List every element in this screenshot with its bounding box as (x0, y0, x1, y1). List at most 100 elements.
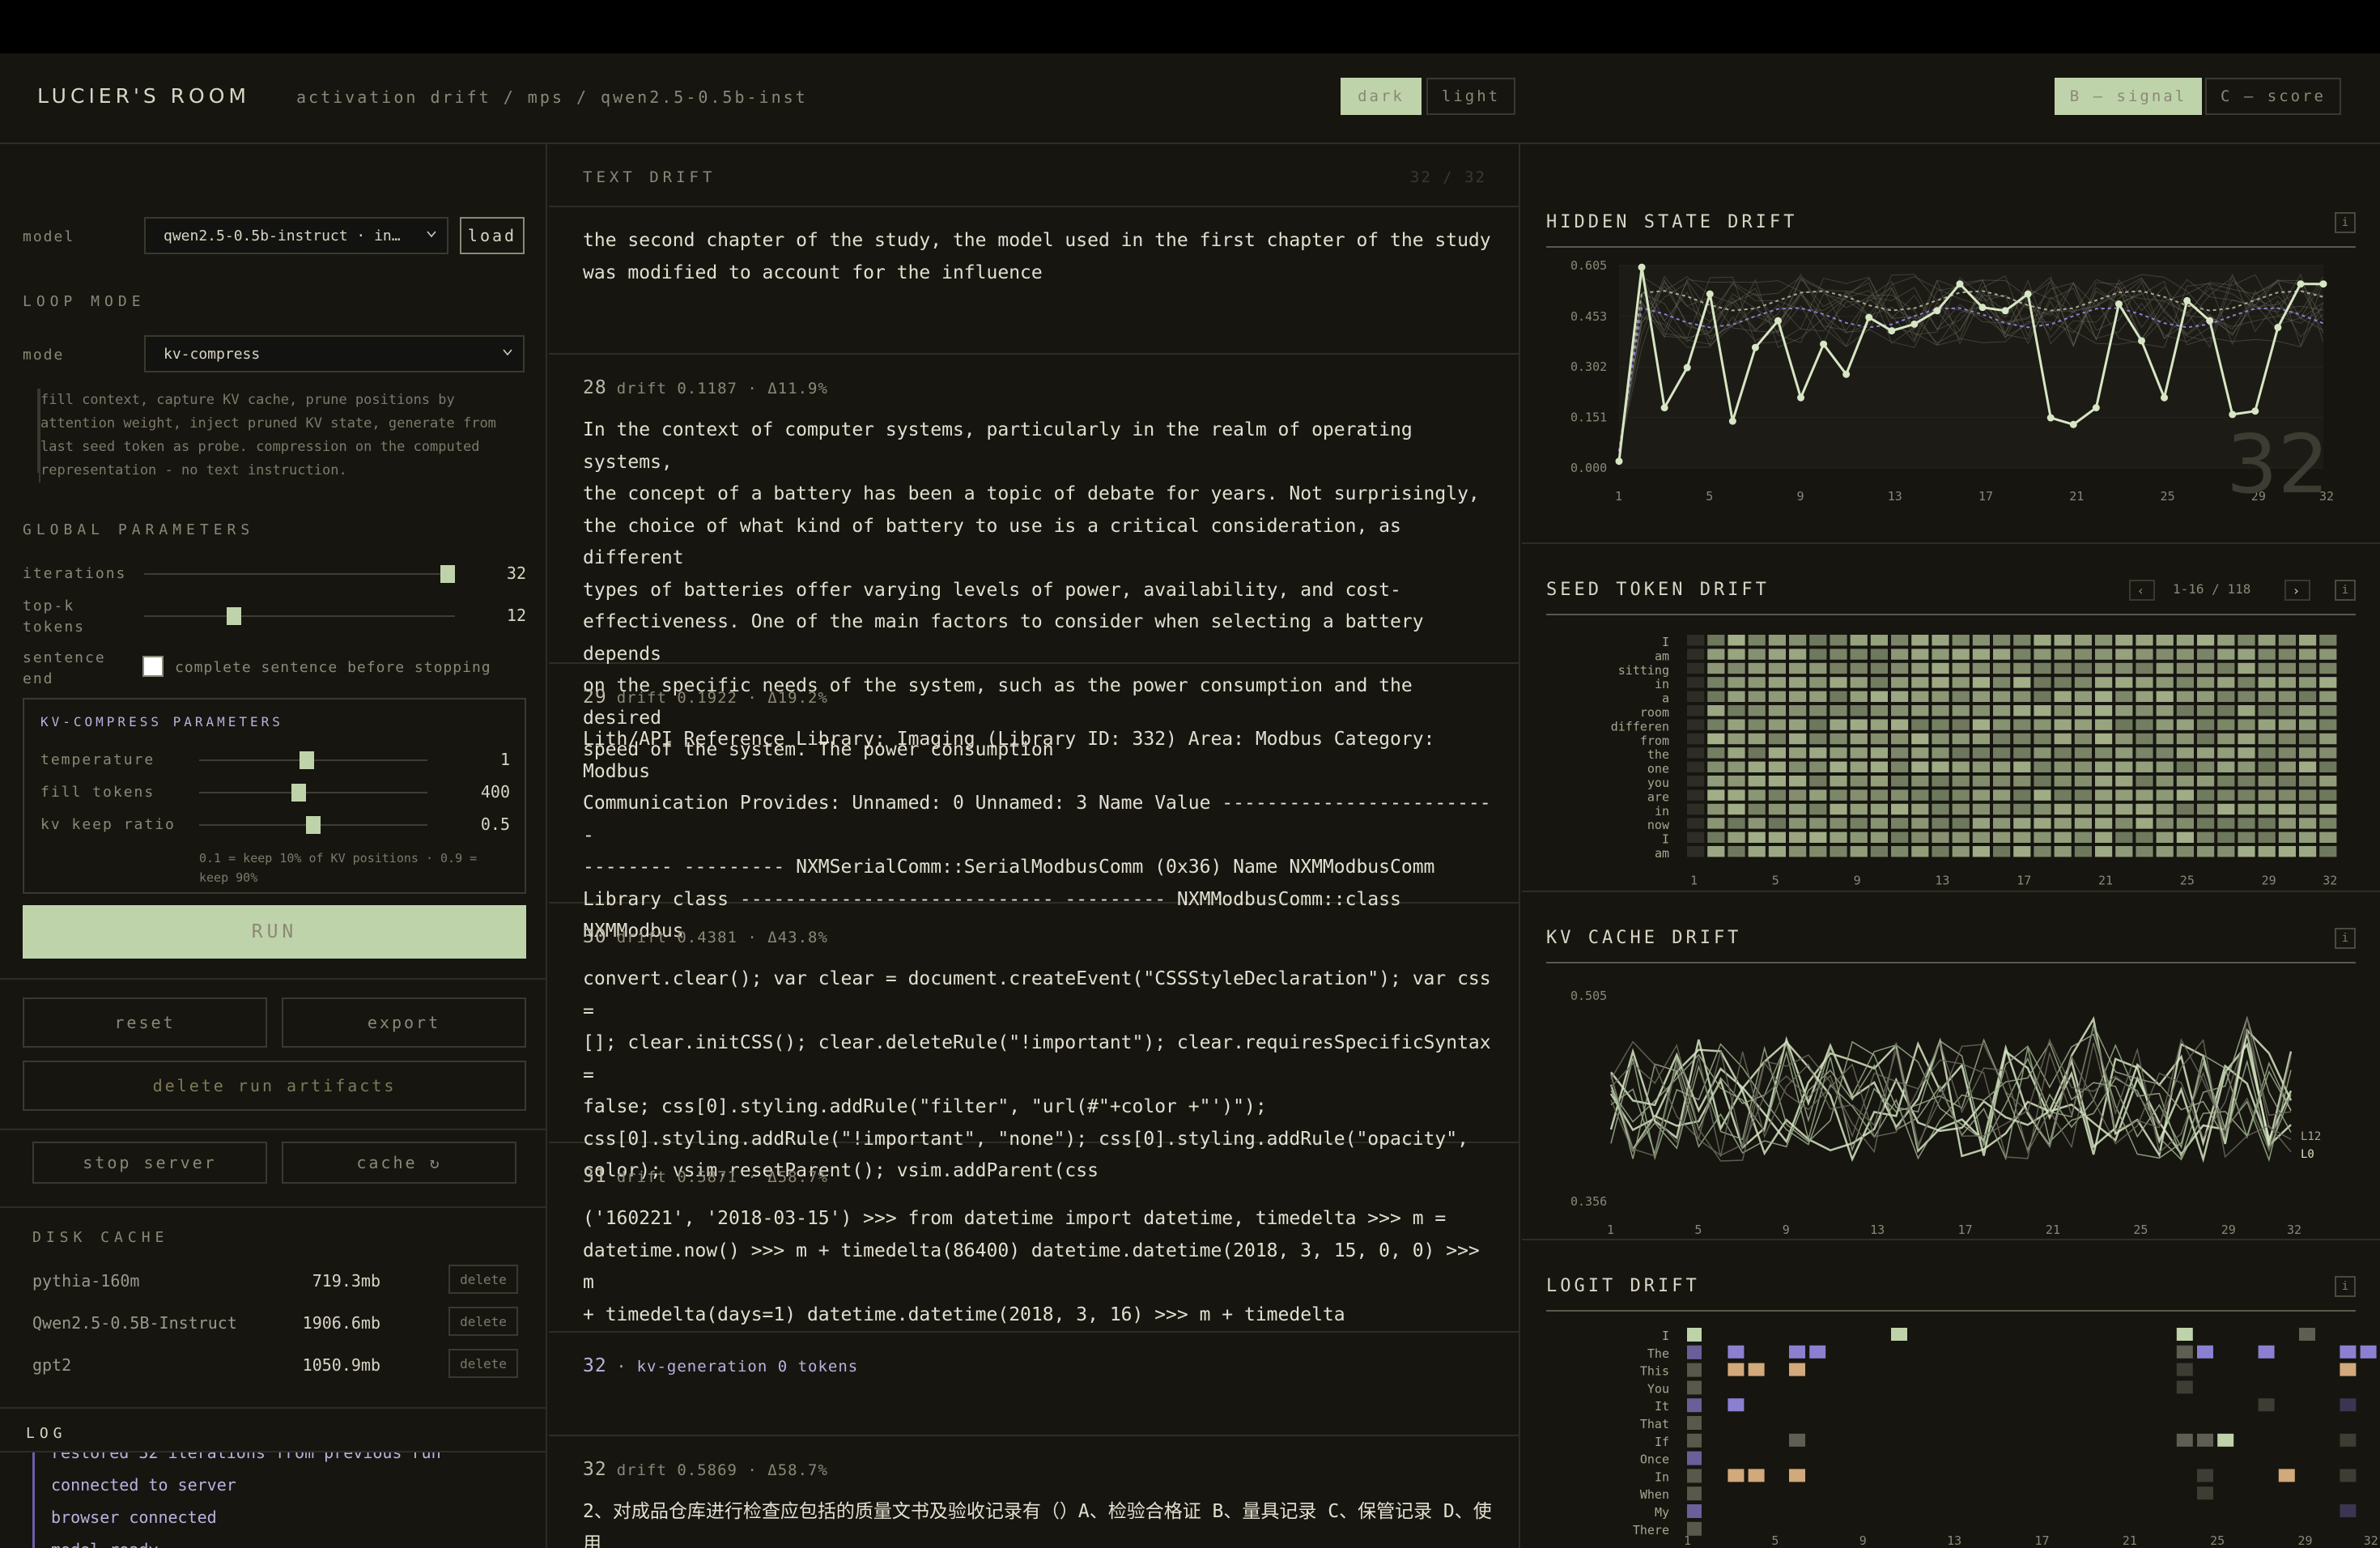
x-tick-label: 1 (1684, 1533, 1691, 1548)
pager-prev-button[interactable]: ‹ (2129, 580, 2155, 601)
info-icon[interactable]: i (2335, 212, 2356, 233)
logit-cell (1728, 1398, 1745, 1412)
sentence-end-checkbox-label[interactable]: complete sentence before stopping (175, 659, 491, 676)
iterations-slider-thumb[interactable] (440, 565, 455, 583)
reset-button[interactable]: reset (23, 997, 267, 1048)
theme-light-button[interactable]: light (1426, 78, 1515, 115)
heatmap-cell (1728, 776, 1745, 787)
heatmap-cell (1952, 649, 1970, 660)
heatmap-cell (1728, 635, 1745, 646)
topk-slider-thumb[interactable] (227, 607, 242, 625)
logit-cell (2360, 1345, 2377, 1359)
heatmap-cell (1748, 662, 1766, 674)
disk-cache-delete-button[interactable]: delete (448, 1307, 518, 1336)
heatmap-cell (2278, 747, 2296, 759)
logit-cell (2278, 1469, 2295, 1482)
iterations-slider[interactable] (144, 573, 455, 575)
heatmap-cell (2136, 831, 2153, 843)
pager-next-button[interactable]: › (2284, 580, 2310, 601)
data-point (2274, 323, 2282, 331)
x-tick-label: 21 (2046, 1223, 2060, 1237)
iterations-label: iterations (23, 565, 127, 582)
logit-cell (1789, 1345, 1805, 1359)
heatmap-cell (1789, 803, 1807, 815)
heatmap-cell (2319, 789, 2337, 801)
heatmap-cell (2238, 789, 2255, 801)
heatmap-cell (2074, 719, 2092, 730)
iteration-number: 30 (583, 926, 607, 947)
info-icon[interactable]: i (2335, 1276, 2356, 1297)
drift-block-text: the second chapter of the study, the mod… (583, 230, 1491, 283)
heatmap-cell (2299, 677, 2317, 688)
disk-cache-delete-button[interactable]: delete (448, 1265, 518, 1294)
heatmap-cell (2238, 831, 2255, 843)
kv-keep-ratio-hint: 0.1 = keep 10% of KV positions · 0.9 = k… (199, 851, 478, 885)
mode-select[interactable]: kv-compress (144, 335, 525, 372)
x-tick-label: 13 (1870, 1223, 1885, 1237)
logit-cell (1748, 1469, 1765, 1482)
heatmap-cell (1789, 733, 1807, 745)
heatmap-cell (1891, 733, 1909, 745)
heatmap-cell (2319, 719, 2337, 730)
x-tick-label: 17 (1958, 1223, 1973, 1237)
log-line: connected to server (32, 1469, 236, 1501)
heatmap-cell (1789, 705, 1807, 717)
heatmap-cell (1891, 776, 1909, 787)
breadcrumb: activation drift / mps / qwen2.5-0.5b-in… (296, 87, 808, 107)
model-select[interactable]: qwen2.5-0.5b-instruct · in… (144, 217, 448, 254)
heatmap-cell (1952, 846, 1970, 857)
heatmap-cell (2013, 831, 2031, 843)
temperature-slider-thumb[interactable] (300, 751, 315, 769)
heatmap-cell (2176, 691, 2194, 702)
heatmap-cell (2115, 776, 2133, 787)
data-point (1683, 364, 1691, 372)
logit-cell (1789, 1433, 1805, 1447)
heatmap-cell (2238, 719, 2255, 730)
heatmap-cell (1707, 719, 1725, 730)
heatmap-cell (1972, 635, 1990, 646)
heatmap-cell (2095, 789, 2113, 801)
heatmap-cell (2115, 719, 2133, 730)
view-score-button[interactable]: C — score (2205, 78, 2341, 115)
data-point (1910, 320, 1919, 328)
heatmap-cell (2319, 635, 2337, 646)
heatmap-cell (2115, 635, 2133, 646)
disk-cache-delete-button[interactable]: delete (448, 1349, 518, 1378)
view-signal-button[interactable]: B — signal (2055, 78, 2202, 115)
heatmap-cell (2034, 846, 2051, 857)
x-tick-label: 13 (1935, 873, 1949, 887)
heatmap-cell (2095, 818, 2113, 829)
heatmap-cell (1891, 789, 1909, 801)
delete-run-artifacts-button[interactable]: delete run artifacts (23, 1061, 526, 1111)
sentence-end-label: sentence end (23, 649, 106, 687)
heatmap-cell (1932, 705, 1949, 717)
logit-cell (2176, 1345, 2193, 1359)
sentence-end-checkbox[interactable] (142, 656, 164, 677)
heatmap-cell (1707, 705, 1725, 717)
heatmap-cell (2074, 818, 2092, 829)
x-tick-label: 21 (2123, 1533, 2137, 1548)
heatmap-cell (2013, 789, 2031, 801)
heatmap-cell (2258, 747, 2276, 759)
heatmap-cell (2278, 846, 2296, 857)
heatmap-cell (1768, 747, 1786, 759)
topk-slider[interactable] (144, 615, 455, 617)
run-button[interactable]: RUN (23, 905, 526, 959)
heatmap-cell (2217, 776, 2235, 787)
temperature-label: temperature (40, 751, 155, 768)
x-tick-label: 1 (1607, 1223, 1614, 1237)
load-button[interactable]: load (460, 217, 525, 254)
cache-refresh-button[interactable]: cache ↻ (282, 1142, 516, 1184)
fill-tokens-slider[interactable] (199, 792, 427, 793)
heatmap-cell (1952, 691, 1970, 702)
theme-dark-button[interactable]: dark (1341, 78, 1422, 115)
export-button[interactable]: export (282, 997, 526, 1048)
kv-keep-ratio-slider-thumb[interactable] (306, 816, 321, 834)
token-label: This (1640, 1364, 1669, 1379)
stop-server-button[interactable]: stop server (32, 1142, 267, 1184)
heatmap-cell (2217, 831, 2235, 843)
heatmap-cell (2217, 705, 2235, 717)
fill-tokens-slider-thumb[interactable] (291, 784, 306, 802)
info-icon[interactable]: i (2335, 580, 2356, 601)
info-icon[interactable]: i (2335, 928, 2356, 949)
